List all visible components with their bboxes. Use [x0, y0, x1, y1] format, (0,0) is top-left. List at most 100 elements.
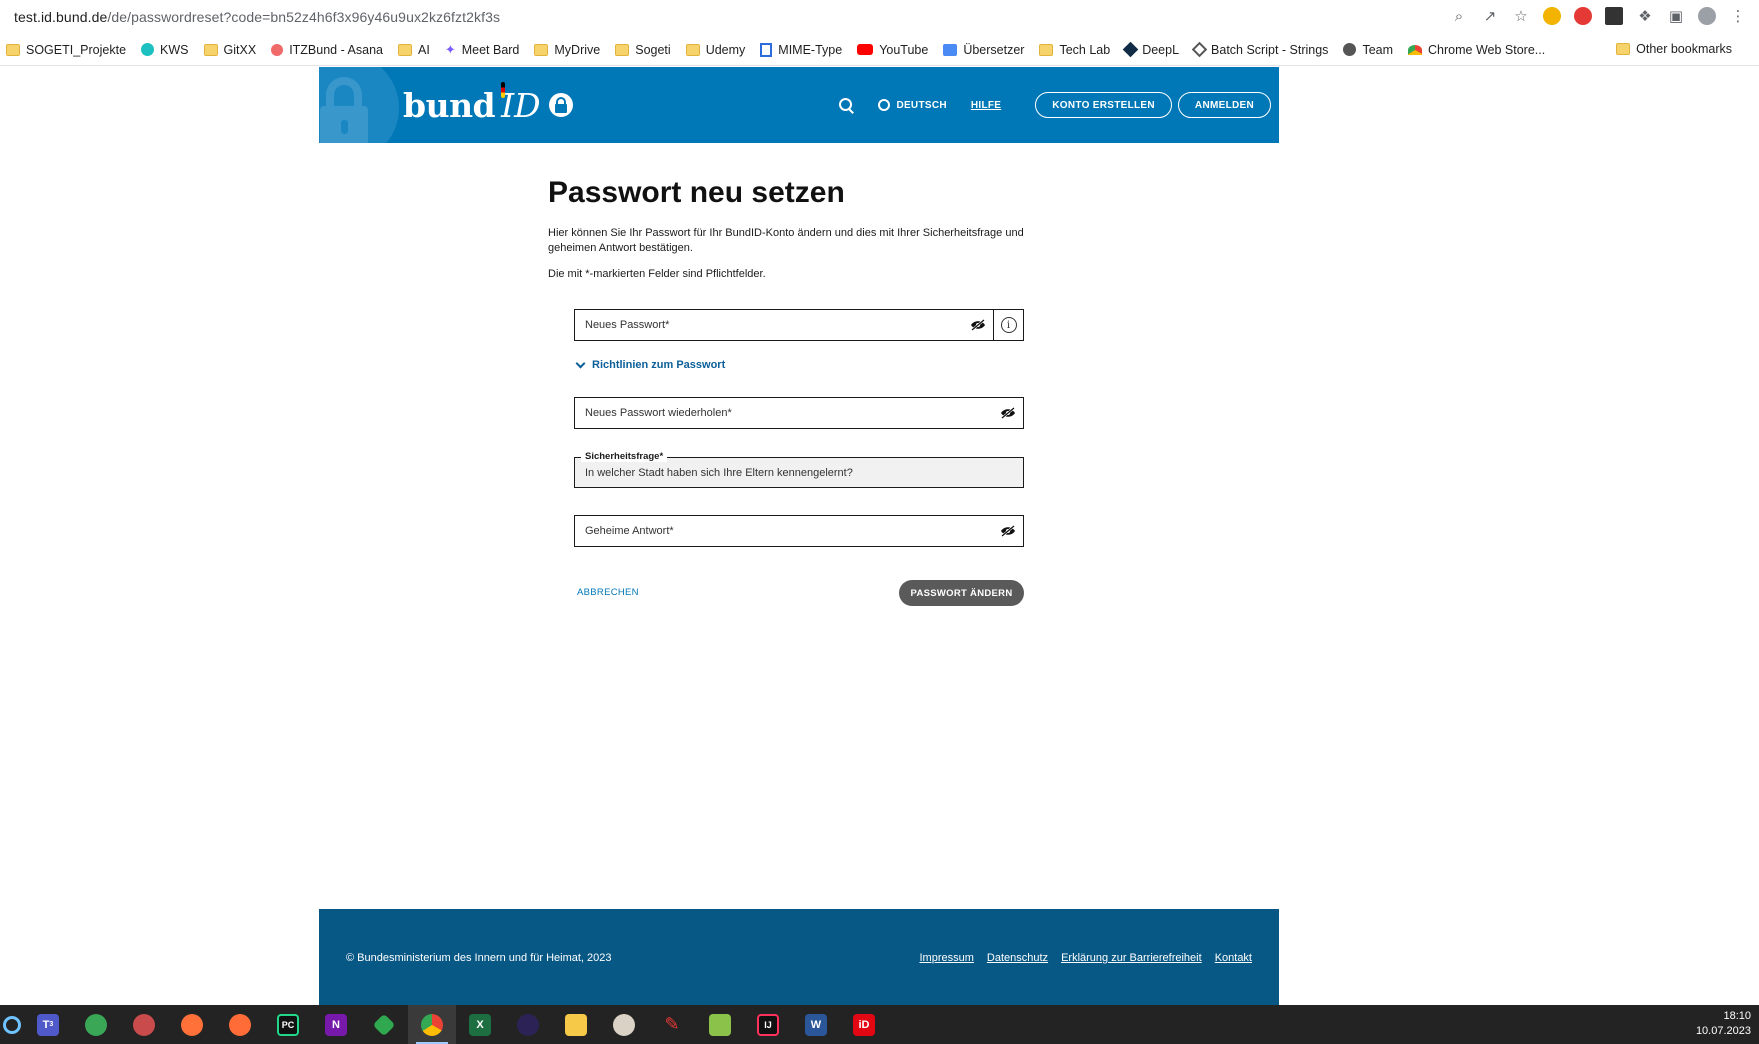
chevron-down-icon	[575, 358, 586, 368]
green-app-icon[interactable]	[360, 1005, 408, 1044]
bookmark-item[interactable]: SOGETI_Projekte	[6, 43, 126, 57]
bookmark-item[interactable]: Udemy	[685, 43, 745, 57]
site-footer: © Bundesministerium des Innern und für H…	[319, 909, 1279, 1005]
new-password-field[interactable]: Neues Passwort* i	[574, 309, 1024, 341]
paint-tool-icon[interactable]	[120, 1005, 168, 1044]
footer-link-kontakt[interactable]: Kontakt	[1215, 952, 1252, 964]
system-clock[interactable]: 18:10 10.07.2023	[1696, 1009, 1751, 1039]
extension-red-icon[interactable]	[1572, 5, 1594, 27]
eclipse-icon[interactable]	[504, 1005, 552, 1044]
folder-icon	[1039, 43, 1054, 56]
extension-speed-icon[interactable]	[1541, 5, 1563, 27]
folder-icon	[615, 43, 630, 56]
batch-icon	[1191, 41, 1208, 58]
bookmark-item[interactable]: Team	[1343, 43, 1393, 57]
paint-icon[interactable]	[600, 1005, 648, 1044]
bookmark-item[interactable]: KWS	[141, 43, 189, 57]
bookmark-item[interactable]: Chrome Web Store...	[1408, 43, 1545, 57]
postman-icon[interactable]	[216, 1005, 264, 1044]
puzzle-icon[interactable]: ❖	[1634, 5, 1656, 27]
extension-selenium-icon[interactable]	[1603, 5, 1625, 27]
start-icon[interactable]	[0, 1005, 24, 1044]
bookmark-item[interactable]: Tech Lab	[1039, 43, 1110, 57]
help-link[interactable]: HILFE	[971, 100, 1001, 111]
security-question-label: Sicherheitsfrage*	[581, 451, 668, 462]
eye-off-icon[interactable]	[993, 398, 1023, 428]
bookmark-item[interactable]: MyDrive	[534, 43, 600, 57]
folder-icon	[1616, 43, 1631, 55]
bookmark-item[interactable]: MIME-Type	[760, 42, 842, 57]
repeat-password-placeholder: Neues Passwort wiederholen*	[585, 407, 732, 419]
bookmark-item[interactable]: AI	[398, 43, 430, 57]
security-question-field: Sicherheitsfrage* In welcher Stadt haben…	[574, 451, 1024, 488]
site-header: bund ID DEUTSCH HILFE KONTO ERSTELLEN AN…	[319, 67, 1279, 143]
security-question-value: In welcher Stadt haben sich Ihre Eltern …	[585, 467, 853, 479]
cancel-button[interactable]: ABBRECHEN	[577, 587, 639, 598]
onenote-icon[interactable]: N	[312, 1005, 360, 1044]
pycharm-icon[interactable]: PC	[264, 1005, 312, 1044]
bard-icon: ✦	[444, 41, 456, 57]
change-password-button[interactable]: PASSWORT ÄNDERN	[899, 580, 1024, 606]
folder-icon	[6, 43, 20, 56]
file-explorer-icon[interactable]	[552, 1005, 600, 1044]
repeat-password-field[interactable]: Neues Passwort wiederholen*	[574, 397, 1024, 429]
word-icon[interactable]: W	[792, 1005, 840, 1044]
url-text[interactable]: test.id.bund.de/de/passwordreset?code=bn…	[14, 9, 500, 25]
password-info-button[interactable]: i	[993, 310, 1023, 340]
share-icon[interactable]: ↗	[1479, 5, 1501, 27]
mime-icon	[760, 42, 773, 57]
webstore-icon	[1408, 44, 1423, 55]
globe-icon	[878, 99, 891, 111]
globe-icon	[1343, 43, 1357, 56]
pen-app-icon[interactable]: ✎	[648, 1005, 696, 1044]
flag-dots-icon	[501, 81, 506, 98]
firefox-icon[interactable]	[168, 1005, 216, 1044]
secret-answer-field[interactable]: Geheime Antwort*	[574, 515, 1024, 547]
required-fields-note: Die mit *-markierten Felder sind Pflicht…	[548, 268, 766, 280]
new-password-placeholder: Neues Passwort*	[585, 319, 670, 331]
earth-icon[interactable]	[72, 1005, 120, 1044]
sidepanel-icon[interactable]: ▣	[1665, 5, 1687, 27]
bundid-logo[interactable]: bund ID	[403, 81, 573, 129]
main-content: Passwort neu setzen Hier können Sie Ihr …	[548, 176, 1068, 280]
bookmark-item[interactable]: DeepL	[1122, 41, 1179, 58]
bookmark-item[interactable]: ITZBund - Asana	[271, 43, 383, 57]
chrome-icon[interactable]	[408, 1005, 456, 1044]
kws-icon	[141, 43, 155, 56]
language-selector[interactable]: DEUTSCH	[878, 99, 947, 111]
create-account-button[interactable]: KONTO ERSTELLEN	[1035, 92, 1172, 118]
bookmark-item[interactable]: GitXX	[203, 43, 256, 57]
eye-off-icon[interactable]	[963, 310, 993, 340]
image-viewer-icon[interactable]	[696, 1005, 744, 1044]
info-icon: i	[1000, 317, 1017, 333]
bookmark-item[interactable]: Batch Script - Strings	[1191, 41, 1328, 58]
menu-icon[interactable]: ⋮	[1727, 5, 1749, 27]
translate-icon	[943, 43, 958, 56]
footer-link-datenschutz[interactable]: Datenschutz	[987, 952, 1048, 964]
bookmark-item[interactable]: Übersetzer	[943, 43, 1024, 57]
lock-watermark-icon	[319, 67, 399, 143]
star-icon[interactable]: ☆	[1510, 5, 1532, 27]
bookmark-item[interactable]: Sogeti	[615, 43, 671, 57]
eye-off-icon[interactable]	[993, 516, 1023, 546]
browser-address-bar[interactable]: test.id.bund.de/de/passwordreset?code=bn…	[0, 0, 1759, 34]
zoom-icon[interactable]: ⌕	[1448, 5, 1470, 27]
intellij-icon[interactable]: IJ	[744, 1005, 792, 1044]
teams-icon[interactable]: T3	[24, 1005, 72, 1044]
password-guidelines-toggle[interactable]: Richtlinien zum Passwort	[575, 358, 725, 371]
excel-icon[interactable]: X	[456, 1005, 504, 1044]
page-title: Passwort neu setzen	[548, 176, 845, 209]
bookmark-item[interactable]: ✦ Meet Bard	[445, 42, 520, 58]
search-icon[interactable]	[836, 95, 856, 115]
footer-link-barrierefreiheit[interactable]: Erklärung zur Barrierefreiheit	[1061, 952, 1202, 964]
asana-icon	[271, 43, 284, 56]
copyright-text: © Bundesministerium des Innern und für H…	[346, 952, 612, 964]
login-button[interactable]: ANMELDEN	[1177, 92, 1271, 118]
footer-link-impressum[interactable]: Impressum	[920, 952, 974, 964]
other-bookmarks[interactable]: Other bookmarks	[1616, 42, 1732, 56]
profile-icon[interactable]	[1696, 5, 1718, 27]
folder-icon	[203, 43, 218, 56]
bookmarks-bar: SOGETI_Projekte KWS GitXX ITZBund - Asan…	[0, 34, 1759, 66]
id-app-icon[interactable]: iD	[840, 1005, 888, 1044]
bookmark-item[interactable]: YouTube	[857, 43, 928, 57]
